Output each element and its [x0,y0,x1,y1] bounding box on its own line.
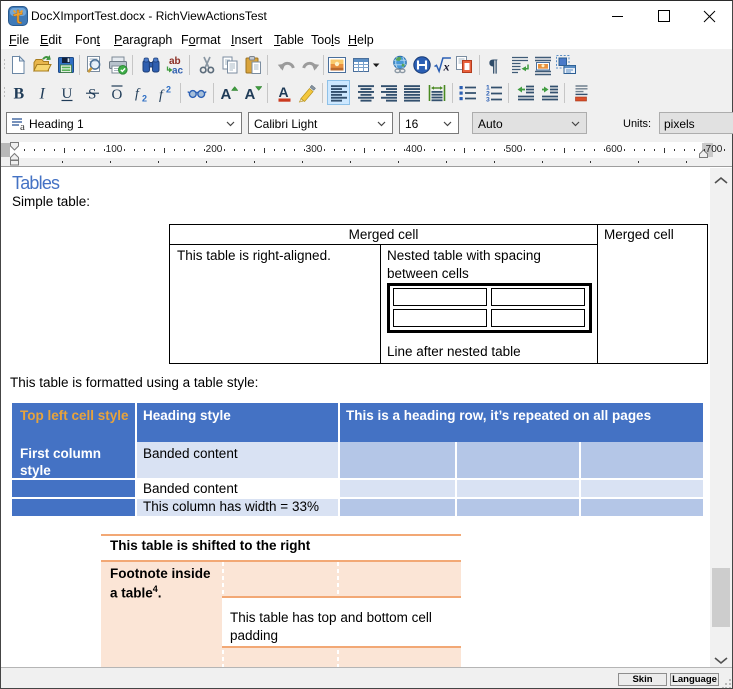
svg-text:2: 2 [142,94,147,104]
svg-text:B: B [14,86,25,103]
svg-text:a: a [20,121,25,131]
svg-text:f: f [159,88,165,103]
svg-text:x: x [443,60,450,74]
svg-text:U: U [62,86,73,102]
svg-text:A: A [221,86,232,103]
svg-text:O: O [112,87,123,103]
svg-text:A: A [279,84,289,100]
svg-text:I: I [39,86,46,103]
svg-text:2: 2 [166,85,171,95]
svg-text:3: 3 [486,97,490,104]
svg-text:ac: ac [172,66,184,77]
svg-text:A: A [244,86,255,103]
svg-text:f: f [135,87,141,102]
svg-text:S: S [88,87,96,103]
svg-text:¶: ¶ [489,56,499,76]
